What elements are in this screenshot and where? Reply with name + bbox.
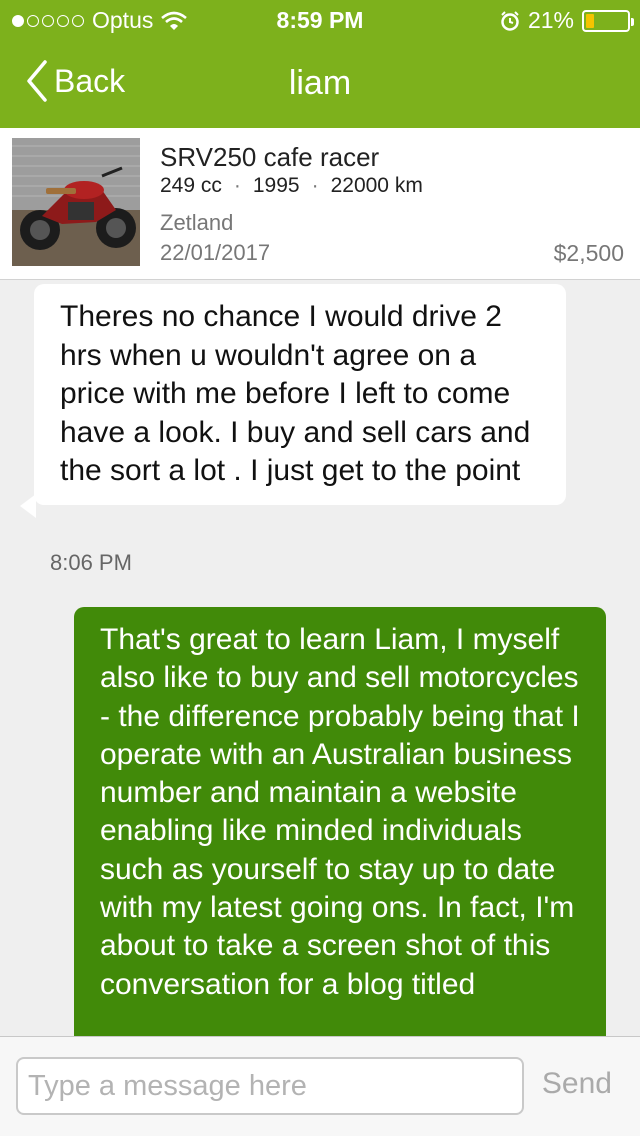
send-button[interactable]: Send <box>542 1067 612 1101</box>
listing-title: SRV250 cafe racer <box>160 142 380 172</box>
nav-bar: Back liam <box>0 40 640 128</box>
composer-bar: Send <box>0 1036 640 1136</box>
conversation-title: liam <box>288 64 352 102</box>
incoming-message: Theres no chance I would drive 2 hrs whe… <box>34 284 566 505</box>
spec-odometer: 22000 km <box>330 174 423 197</box>
battery-fill <box>586 13 595 28</box>
message-thread[interactable]: Theres no chance I would drive 2 hrs whe… <box>0 280 640 1036</box>
listing-card[interactable]: SRV250 cafe racer 249 cc · 1995 · 22000 … <box>0 128 640 280</box>
battery-percent: 21% <box>527 7 574 33</box>
app-header: Optus 8:59 PM 21% Back liam <box>0 0 640 128</box>
listing-date: 22/01/2017 <box>160 240 271 265</box>
spec-engine: 249 cc <box>160 174 222 197</box>
listing-location: Zetland <box>160 210 234 235</box>
listing-price: $2,500 <box>553 240 624 266</box>
listing-specs: 249 cc · 1995 · 22000 km <box>160 174 423 198</box>
message-input[interactable] <box>16 1057 524 1115</box>
status-bar: Optus 8:59 PM 21% <box>0 0 640 40</box>
spec-separator: · <box>311 174 319 197</box>
battery-cap <box>631 17 634 26</box>
message-timestamp: 8:06 PM <box>50 550 132 575</box>
status-right: 21% <box>500 7 634 34</box>
spec-separator: · <box>233 174 241 197</box>
motorcycle-photo <box>12 138 140 266</box>
alarm-icon <box>501 10 519 31</box>
spec-year: 1995 <box>252 174 300 197</box>
listing-thumbnail[interactable] <box>12 138 140 266</box>
outgoing-message: That's great to learn Liam, I myself als… <box>74 607 606 1036</box>
battery-icon <box>582 9 634 32</box>
